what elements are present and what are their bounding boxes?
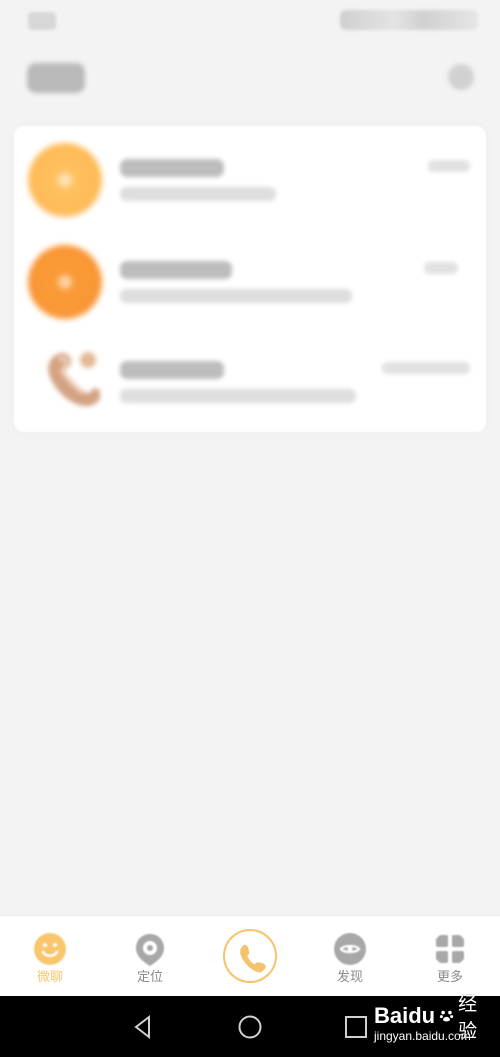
message-subtitle (120, 389, 356, 403)
location-pin-icon (136, 934, 164, 966)
settings-icon[interactable] (448, 64, 474, 90)
watermark-brand: Baidu (374, 1003, 436, 1028)
status-left-icon (28, 12, 56, 30)
home-circle-icon[interactable] (235, 1012, 265, 1042)
paw-icon (440, 1010, 454, 1022)
tab-more-label: 更多 (436, 970, 463, 985)
baidu-jingyan-watermark: Baidu 经验 jingyan.baidu.com (374, 994, 480, 1048)
message-time (382, 362, 470, 374)
call-button[interactable] (223, 929, 277, 983)
grid-menu-icon (436, 935, 464, 963)
smile-chat-icon (34, 933, 66, 965)
tab-chat-label: 微聊 (36, 970, 63, 985)
tab-more[interactable]: 更多 (400, 916, 500, 996)
tab-discover[interactable]: 发现 (300, 916, 400, 996)
watermark-logo: Baidu 经验 (374, 994, 484, 1042)
list-item[interactable] (14, 129, 486, 229)
page-title (27, 63, 85, 93)
avatar-mark-icon (58, 173, 72, 187)
tab-location[interactable]: 定位 (100, 916, 200, 996)
avatar-mark-icon (58, 275, 72, 289)
orange-circle-avatar (28, 245, 102, 319)
list-item[interactable] (14, 331, 486, 431)
status-bar (0, 0, 500, 44)
watermark-url: jingyan.baidu.com (374, 1029, 471, 1043)
message-title (120, 159, 224, 177)
back-triangle-icon[interactable] (128, 1012, 158, 1042)
tab-discover-label: 发现 (336, 970, 363, 985)
list-item[interactable] (14, 231, 486, 331)
message-subtitle (120, 187, 276, 201)
discover-icon (334, 933, 366, 965)
message-time (424, 262, 458, 274)
message-time (428, 160, 470, 172)
recent-square-icon[interactable] (341, 1012, 371, 1042)
phone-avatar (48, 352, 100, 407)
phone-call-icon (240, 944, 266, 973)
app-header (0, 46, 500, 116)
message-list (14, 126, 486, 432)
tab-chat[interactable]: 微聊 (0, 916, 100, 996)
status-right-icons (340, 10, 478, 30)
tab-location-label: 定位 (136, 970, 163, 985)
message-title (120, 261, 232, 279)
message-title (120, 361, 224, 379)
message-subtitle (120, 289, 352, 303)
orange-circle-avatar (28, 143, 102, 217)
